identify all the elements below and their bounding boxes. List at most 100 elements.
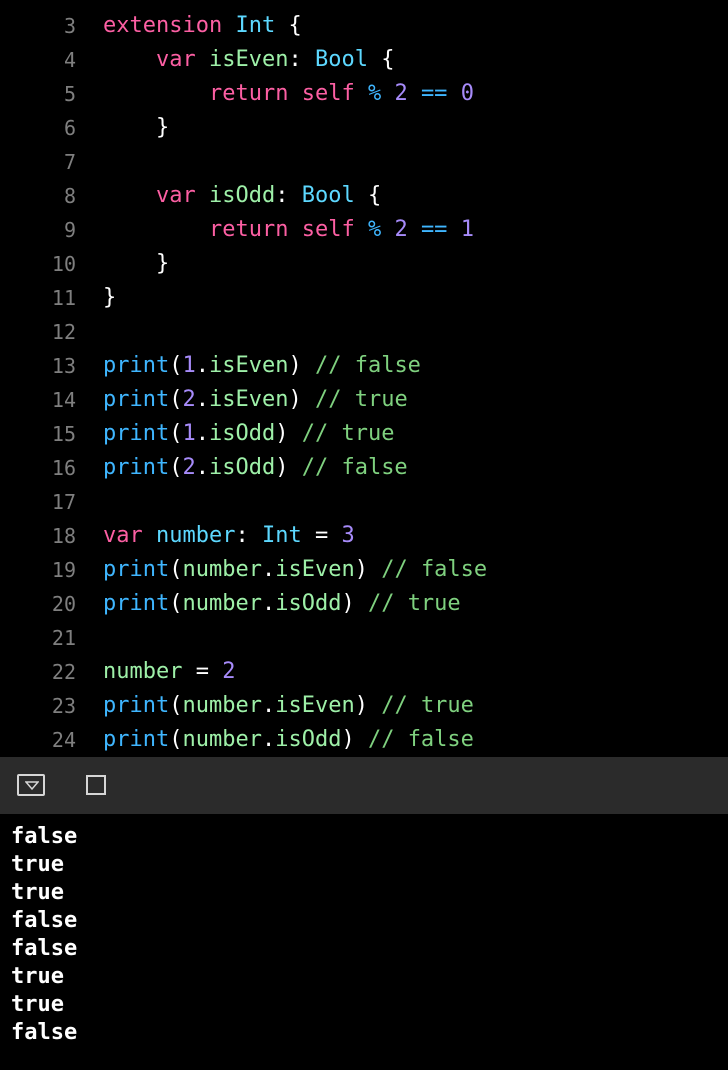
code-token: // false <box>301 455 408 480</box>
code-token: 0 <box>460 81 474 106</box>
code-token: print <box>103 727 170 752</box>
code-line[interactable]: 10 } <box>0 247 728 281</box>
chevron-down-icon <box>25 781 39 791</box>
code-token: Int <box>235 13 276 38</box>
code-text: return self % 2 == 0 <box>103 77 474 111</box>
code-line[interactable]: 19 print(number.isEven) // false <box>0 553 728 587</box>
code-token: ) <box>288 387 315 412</box>
code-token: ( <box>169 727 183 752</box>
code-line[interactable]: 8 var isOdd: Bool { <box>0 179 728 213</box>
code-token: ) <box>341 591 368 616</box>
code-token: // false <box>381 557 488 582</box>
code-token: Bool <box>301 183 355 208</box>
line-number: 15 <box>51 422 76 446</box>
code-token: var <box>103 523 143 548</box>
code-line[interactable]: 23 print(number.isEven) // true <box>0 689 728 723</box>
code-token: number <box>103 659 183 684</box>
code-token: isEven <box>208 353 289 378</box>
code-token: 1 <box>460 217 474 242</box>
line-number: 7 <box>63 150 76 174</box>
line-number: 8 <box>63 184 76 208</box>
code-line[interactable]: 17 <box>0 485 728 519</box>
code-token: ) <box>275 455 302 480</box>
line-number: 11 <box>51 286 76 310</box>
code-token: == <box>420 81 448 106</box>
code-token: . <box>195 421 209 446</box>
code-line[interactable]: 18 var number: Int = 3 <box>0 519 728 553</box>
code-token: ( <box>169 421 183 446</box>
code-line[interactable]: 13 print(1.isEven) // false <box>0 349 728 383</box>
line-number: 22 <box>51 660 76 684</box>
code-token: self <box>301 81 355 106</box>
code-line[interactable]: 4 var isEven: Bool { <box>0 43 728 77</box>
code-token: print <box>103 557 170 582</box>
code-token: // true <box>381 693 474 718</box>
code-text: print(number.isOdd) // true <box>103 587 461 621</box>
line-number: 5 <box>63 82 76 106</box>
line-number: 17 <box>51 490 76 514</box>
code-token: isOdd <box>275 591 342 616</box>
code-line[interactable]: 9 return self % 2 == 1 <box>0 213 728 247</box>
code-token: return <box>208 81 289 106</box>
code-token: print <box>103 693 170 718</box>
code-line[interactable]: 11} <box>0 281 728 315</box>
code-token: . <box>195 353 209 378</box>
code-token: { <box>275 13 302 38</box>
code-token: { <box>367 47 395 72</box>
code-editor[interactable]: 3 extension Int {4 var isEven: Bool {5 re… <box>0 0 728 757</box>
code-token: : <box>288 47 315 72</box>
code-line[interactable]: 20 print(number.isOdd) // true <box>0 587 728 621</box>
code-line[interactable]: 24 print(number.isOdd) // false <box>0 723 728 757</box>
code-token: // false <box>367 727 474 752</box>
line-number: 12 <box>51 320 76 344</box>
code-token: number <box>182 557 262 582</box>
code-token: 2 <box>222 659 236 684</box>
code-token: return <box>208 217 289 242</box>
code-token: isEven <box>208 387 289 412</box>
code-line[interactable]: 21 <box>0 621 728 655</box>
code-line[interactable]: 15 print(1.isOdd) // true <box>0 417 728 451</box>
code-token: 2 <box>182 387 196 412</box>
code-token: 1 <box>182 421 196 446</box>
code-line[interactable]: 12 <box>0 315 728 349</box>
code-line[interactable]: 7 <box>0 145 728 179</box>
stop-button[interactable] <box>86 775 106 795</box>
code-text: return self % 2 == 1 <box>103 213 474 247</box>
code-token: Int <box>261 523 302 548</box>
console-line: true <box>11 992 64 1017</box>
code-token: 2 <box>394 217 408 242</box>
code-text: print(number.isEven) // true <box>103 689 474 723</box>
code-token: isOdd <box>208 421 276 446</box>
hide-debug-area-button[interactable] <box>17 774 45 796</box>
code-line[interactable]: 3 extension Int { <box>0 9 728 43</box>
code-token: ) <box>341 727 368 752</box>
code-token: // true <box>301 421 395 446</box>
code-token: . <box>261 693 276 718</box>
code-line[interactable]: 6 } <box>0 111 728 145</box>
line-number: 24 <box>51 728 76 752</box>
code-text: print(1.isOdd) // true <box>103 417 394 451</box>
code-line[interactable]: 22 number = 2 <box>0 655 728 689</box>
code-token: ( <box>169 557 183 582</box>
code-line[interactable]: 14 print(2.isEven) // true <box>0 383 728 417</box>
code-token: ( <box>169 353 183 378</box>
code-text: } <box>103 281 116 315</box>
code-line[interactable]: 5 return self % 2 == 0 <box>0 77 728 111</box>
code-token: ) <box>275 421 302 446</box>
console-output: false true true false false true true false <box>0 814 728 1070</box>
code-text: number = 2 <box>103 655 235 689</box>
code-token: // false <box>314 353 421 378</box>
line-number: 20 <box>51 592 76 616</box>
code-line[interactable]: 16 print(2.isOdd) // false <box>0 451 728 485</box>
code-token: print <box>103 421 170 446</box>
code-text: } <box>103 247 169 281</box>
code-token: number <box>156 523 236 548</box>
line-number: 16 <box>51 456 76 480</box>
